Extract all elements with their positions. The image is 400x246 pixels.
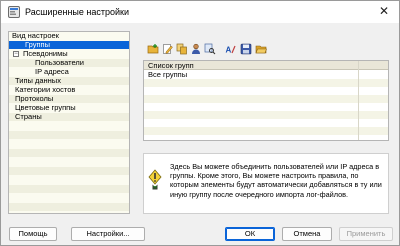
svg-text:A: A — [226, 46, 232, 55]
tree-item-label: Группы — [25, 40, 50, 49]
window-title: Расширенные настройки — [25, 7, 129, 17]
tree-item-countries[interactable]: Страны — [9, 113, 129, 121]
list-empty-row — [144, 111, 388, 119]
title-bar: Расширенные настройки ✕ — [1, 1, 399, 23]
tree-empty-row — [9, 167, 129, 175]
copy-icon[interactable] — [176, 43, 188, 55]
tree-item-label: Страны — [15, 112, 42, 121]
tree-item-label: Вид настроек — [12, 31, 59, 40]
tree-item-users[interactable]: Пользователи — [9, 59, 129, 67]
apply-button[interactable]: Применить — [339, 227, 393, 241]
list-empty-row — [144, 127, 388, 135]
tree-item-protocols[interactable]: Протоколы — [9, 95, 129, 103]
list-empty-row — [144, 87, 388, 95]
settings-dialog: Расширенные настройки ✕ Вид настроек Гру… — [0, 0, 400, 246]
tree-empty-row — [9, 194, 129, 202]
tree-item-label: Цветовые группы — [15, 103, 76, 112]
help-button[interactable]: Помощь — [9, 227, 57, 241]
tree-empty-row — [9, 203, 129, 211]
list-empty-row — [144, 119, 388, 127]
tree-item-label: IP адреса — [35, 67, 69, 76]
edit-icon[interactable] — [162, 43, 174, 55]
list-empty-row — [144, 95, 388, 103]
settings-button[interactable]: Настройки... — [71, 227, 145, 241]
open-folder-icon[interactable] — [255, 43, 267, 55]
tree-item-label: Типы данных — [15, 76, 61, 85]
tree-empty-row — [9, 149, 129, 157]
info-panel: Здесь Вы можете объединить пользователей… — [143, 153, 389, 214]
search-icon[interactable] — [204, 43, 216, 55]
list-item-all-groups[interactable]: Все группы — [144, 71, 388, 79]
tree-empty-row — [9, 140, 129, 148]
column-divider[interactable] — [358, 61, 359, 140]
tree-item-label: Псевдонимы — [23, 49, 68, 58]
tree-empty-row — [9, 176, 129, 184]
tree-empty-row — [9, 122, 129, 130]
settings-tree[interactable]: Вид настроек Группы − Псевдонимы Пользов… — [8, 31, 130, 214]
tree-empty-row — [9, 131, 129, 139]
groups-list[interactable]: Список групп Все группы — [143, 60, 389, 141]
tree-item-label: Пользователи — [35, 58, 84, 67]
tree-item-color-groups[interactable]: Цветовые группы — [9, 104, 129, 112]
save-icon[interactable] — [240, 43, 252, 55]
settings-window-icon — [8, 6, 20, 18]
list-empty-row — [144, 103, 388, 111]
add-folder-icon[interactable] — [147, 43, 159, 55]
ok-button[interactable]: ОК — [225, 227, 275, 241]
tree-item-label: Категории хостов — [15, 85, 76, 94]
list-empty-row — [144, 135, 388, 140]
list-empty-row — [144, 79, 388, 87]
tree-item-aliases[interactable]: − Псевдонимы — [9, 50, 129, 58]
tree-item-host-categories[interactable]: Категории хостов — [9, 86, 129, 94]
tree-item-groups[interactable]: Группы — [9, 41, 129, 49]
info-text: Здесь Вы можете объединить пользователей… — [170, 162, 382, 199]
tree-item-ip-addresses[interactable]: IP адреса — [9, 68, 129, 76]
groups-list-header[interactable]: Список групп — [144, 61, 388, 70]
tree-item-data-types[interactable]: Типы данных — [9, 77, 129, 85]
close-icon[interactable]: ✕ — [377, 4, 391, 18]
tree-item-view[interactable]: Вид настроек — [9, 32, 129, 40]
collapse-icon[interactable]: − — [13, 51, 19, 57]
tree-item-label: Протоколы — [15, 94, 54, 103]
light-bulb-icon — [148, 169, 162, 190]
tree-empty-row — [9, 185, 129, 193]
cancel-button[interactable]: Отмена — [282, 227, 332, 241]
rename-icon[interactable]: A — [225, 43, 237, 55]
tree-empty-row — [9, 158, 129, 166]
user-icon[interactable] — [190, 43, 202, 55]
